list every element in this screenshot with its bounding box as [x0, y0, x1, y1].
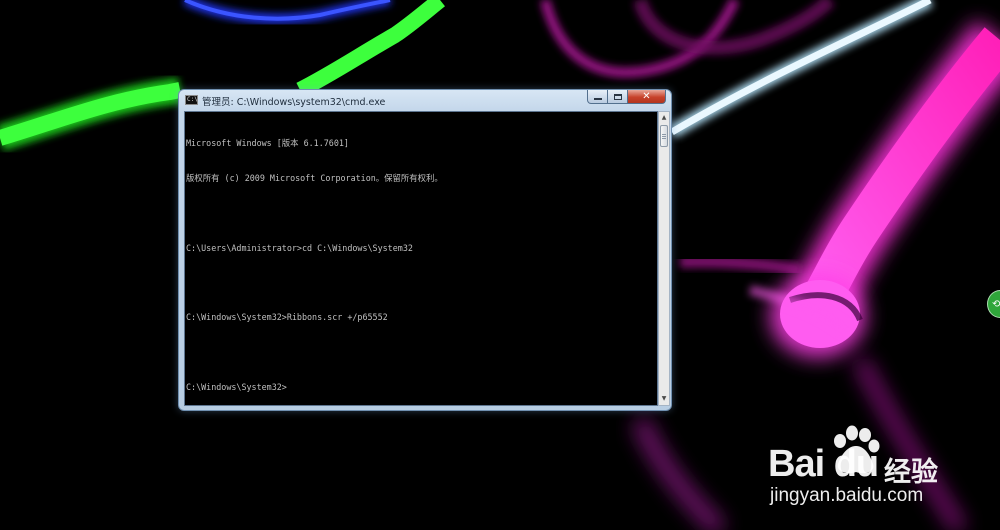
vertical-scrollbar[interactable]: ▲ ▼ — [658, 111, 670, 406]
close-button[interactable]: ✕ — [628, 90, 666, 104]
scroll-up-arrow-icon[interactable]: ▲ — [659, 112, 669, 124]
grip-line — [662, 136, 666, 137]
console-line: C:\Users\Administrator>cd C:\Windows\Sys… — [186, 242, 413, 253]
maximize-button[interactable] — [608, 90, 628, 104]
scroll-thumb[interactable] — [660, 125, 668, 147]
close-icon: ✕ — [642, 91, 651, 102]
maximize-icon — [613, 93, 622, 100]
window-title: 管理员: C:\Windows\system32\cmd.exe — [202, 97, 386, 108]
cmd-window[interactable]: C:\ 管理员: C:\Windows\system32\cmd.exe ✕ M… — [178, 89, 672, 411]
console-line: Microsoft Windows [版本 6.1.7601] — [186, 138, 349, 149]
console-output[interactable]: Microsoft Windows [版本 6.1.7601] 版权所有 (c)… — [184, 111, 658, 406]
console-line: C:\Windows\System32>Ribbons.scr +/p65552 — [186, 312, 388, 323]
minimize-icon — [593, 98, 602, 100]
title-bar[interactable]: C:\ 管理员: C:\Windows\system32\cmd.exe ✕ — [179, 90, 671, 111]
grip-line — [662, 134, 666, 135]
jingyan-text: 经验 — [884, 457, 938, 487]
baidu-paw-icon — [834, 425, 880, 474]
console-line: 版权所有 (c) 2009 Microsoft Corporation。保留所有… — [186, 172, 443, 183]
window-controls: ✕ — [587, 90, 666, 105]
cmd-app-icon[interactable]: C:\ — [185, 95, 198, 105]
console-prompt-line[interactable]: C:\Windows\System32> — [186, 382, 657, 394]
scroll-down-arrow-icon[interactable]: ▼ — [659, 393, 669, 405]
minimize-button[interactable] — [587, 90, 608, 104]
share-icon: ⟲ — [992, 299, 1000, 310]
watermark-url: jingyan.baidu.com — [770, 485, 924, 506]
grip-line — [662, 138, 666, 139]
